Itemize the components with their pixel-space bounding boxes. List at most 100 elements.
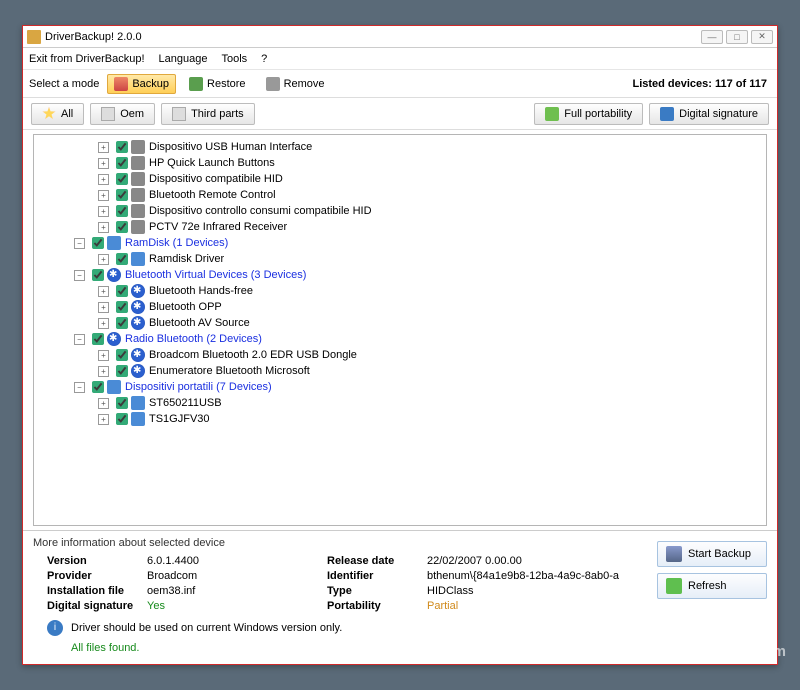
- tree-node-label: Enumeratore Bluetooth Microsoft: [149, 363, 310, 379]
- expander-icon[interactable]: +: [98, 222, 109, 233]
- tree-checkbox[interactable]: [116, 413, 128, 425]
- bt-icon: [131, 348, 145, 362]
- filter-oem-button[interactable]: Oem: [90, 103, 155, 125]
- device-icon: [131, 204, 145, 218]
- tree-node-label: HP Quick Launch Buttons: [149, 155, 275, 171]
- expander-icon[interactable]: +: [98, 286, 109, 297]
- tree-node[interactable]: −RamDisk (1 Devices): [36, 235, 764, 251]
- minimize-button[interactable]: —: [701, 30, 723, 44]
- tree-checkbox[interactable]: [116, 173, 128, 185]
- device-tree[interactable]: +Dispositivo USB Human Interface+HP Quic…: [33, 134, 767, 526]
- tree-checkbox[interactable]: [116, 221, 128, 233]
- tree-node-label: ST650211USB: [149, 395, 222, 411]
- filter-portability-button[interactable]: Full portability: [534, 103, 643, 125]
- remove-mode-button[interactable]: Remove: [259, 74, 332, 94]
- tree-checkbox[interactable]: [116, 189, 128, 201]
- menu-language[interactable]: Language: [159, 53, 208, 65]
- tree-node[interactable]: + Bluetooth Hands-free: [36, 283, 764, 299]
- bt-icon: [131, 300, 145, 314]
- tree-node[interactable]: +Broadcom Bluetooth 2.0 EDR USB Dongle: [36, 347, 764, 363]
- tree-node-label: Dispositivi portatili (7 Devices): [125, 379, 272, 395]
- device-icon: [131, 156, 145, 170]
- tree-node[interactable]: + Enumeratore Bluetooth Microsoft: [36, 363, 764, 379]
- maximize-button[interactable]: □: [726, 30, 748, 44]
- tree-node[interactable]: + HP Quick Launch Buttons: [36, 155, 764, 171]
- tree-checkbox[interactable]: [92, 269, 104, 281]
- filter-all-button[interactable]: All: [31, 103, 84, 125]
- tree-node[interactable]: +Dispositivo controllo consumi compatibi…: [36, 203, 764, 219]
- tree-node[interactable]: +Dispositivo USB Human Interface: [36, 139, 764, 155]
- tree-node[interactable]: + TS1GJFV30: [36, 411, 764, 427]
- expander-icon[interactable]: −: [74, 334, 85, 345]
- tree-checkbox[interactable]: [116, 301, 128, 313]
- tree-checkbox[interactable]: [116, 205, 128, 217]
- expander-icon[interactable]: −: [74, 238, 85, 249]
- tree-node[interactable]: +Bluetooth OPP: [36, 299, 764, 315]
- signature-icon: [660, 107, 674, 121]
- tree-node[interactable]: − Dispositivi portatili (7 Devices): [36, 379, 764, 395]
- tree-checkbox[interactable]: [92, 237, 104, 249]
- filter-toolbar: All Oem Third parts Full portability Dig…: [23, 98, 777, 130]
- tree-checkbox[interactable]: [116, 349, 128, 361]
- menu-tools[interactable]: Tools: [221, 53, 247, 65]
- tree-node[interactable]: +Bluetooth Remote Control: [36, 187, 764, 203]
- tree-checkbox[interactable]: [116, 285, 128, 297]
- tree-node[interactable]: + ST650211USB: [36, 395, 764, 411]
- tree-checkbox[interactable]: [92, 333, 104, 345]
- app-icon: [27, 30, 41, 44]
- expander-icon[interactable]: +: [98, 206, 109, 217]
- tree-checkbox[interactable]: [116, 141, 128, 153]
- expander-icon[interactable]: +: [98, 254, 109, 265]
- expander-icon[interactable]: +: [98, 302, 109, 313]
- filter-signature-button[interactable]: Digital signature: [649, 103, 769, 125]
- expander-icon[interactable]: +: [98, 318, 109, 329]
- menu-exit[interactable]: Exit from DriverBackup!: [29, 53, 145, 65]
- tree-node[interactable]: −Radio Bluetooth (2 Devices): [36, 331, 764, 347]
- expander-icon[interactable]: +: [98, 158, 109, 169]
- bt-icon: [107, 332, 121, 346]
- close-button[interactable]: ✕: [751, 30, 773, 44]
- start-backup-button[interactable]: Start Backup: [657, 541, 767, 567]
- expander-icon[interactable]: +: [98, 414, 109, 425]
- restore-mode-button[interactable]: Restore: [182, 74, 253, 94]
- type-value: HIDClass: [427, 585, 647, 597]
- tree-node[interactable]: +Ramdisk Driver: [36, 251, 764, 267]
- expander-icon[interactable]: −: [74, 270, 85, 281]
- provider-label: Provider: [47, 570, 147, 582]
- tree-node-label: Bluetooth Hands-free: [149, 283, 253, 299]
- expander-icon[interactable]: +: [98, 350, 109, 361]
- expander-icon[interactable]: +: [98, 174, 109, 185]
- install-label: Installation file: [47, 585, 147, 597]
- tree-node[interactable]: +Dispositivo compatibile HID: [36, 171, 764, 187]
- tree-checkbox[interactable]: [116, 157, 128, 169]
- restore-icon: [189, 77, 203, 91]
- page-icon: [101, 107, 115, 121]
- port-icon: [131, 396, 145, 410]
- release-value: 22/02/2007 0.00.00: [427, 555, 647, 567]
- expander-icon[interactable]: +: [98, 190, 109, 201]
- sig-label: Digital signature: [47, 600, 147, 612]
- tree-checkbox[interactable]: [116, 253, 128, 265]
- tree-node[interactable]: −Bluetooth Virtual Devices (3 Devices): [36, 267, 764, 283]
- backup-mode-button[interactable]: Backup: [107, 74, 176, 94]
- tree-checkbox[interactable]: [116, 317, 128, 329]
- identifier-label: Identifier: [327, 570, 427, 582]
- filter-third-button[interactable]: Third parts: [161, 103, 255, 125]
- expander-icon[interactable]: +: [98, 142, 109, 153]
- expander-icon[interactable]: +: [98, 398, 109, 409]
- expander-icon[interactable]: −: [74, 382, 85, 393]
- watermark: ↓ LO4D.com: [689, 642, 786, 660]
- tree-node[interactable]: +PCTV 72e Infrared Receiver: [36, 219, 764, 235]
- tree-node-label: TS1GJFV30: [149, 411, 210, 427]
- port-icon: [107, 380, 121, 394]
- tree-node[interactable]: +Bluetooth AV Source: [36, 315, 764, 331]
- tree-checkbox[interactable]: [116, 365, 128, 377]
- tree-checkbox[interactable]: [116, 397, 128, 409]
- device-icon: [131, 140, 145, 154]
- files-found-text: All files found.: [71, 642, 647, 654]
- expander-icon[interactable]: +: [98, 366, 109, 377]
- menu-help[interactable]: ?: [261, 53, 267, 65]
- refresh-button[interactable]: Refresh: [657, 573, 767, 599]
- tree-checkbox[interactable]: [92, 381, 104, 393]
- version-label: Version: [47, 555, 147, 567]
